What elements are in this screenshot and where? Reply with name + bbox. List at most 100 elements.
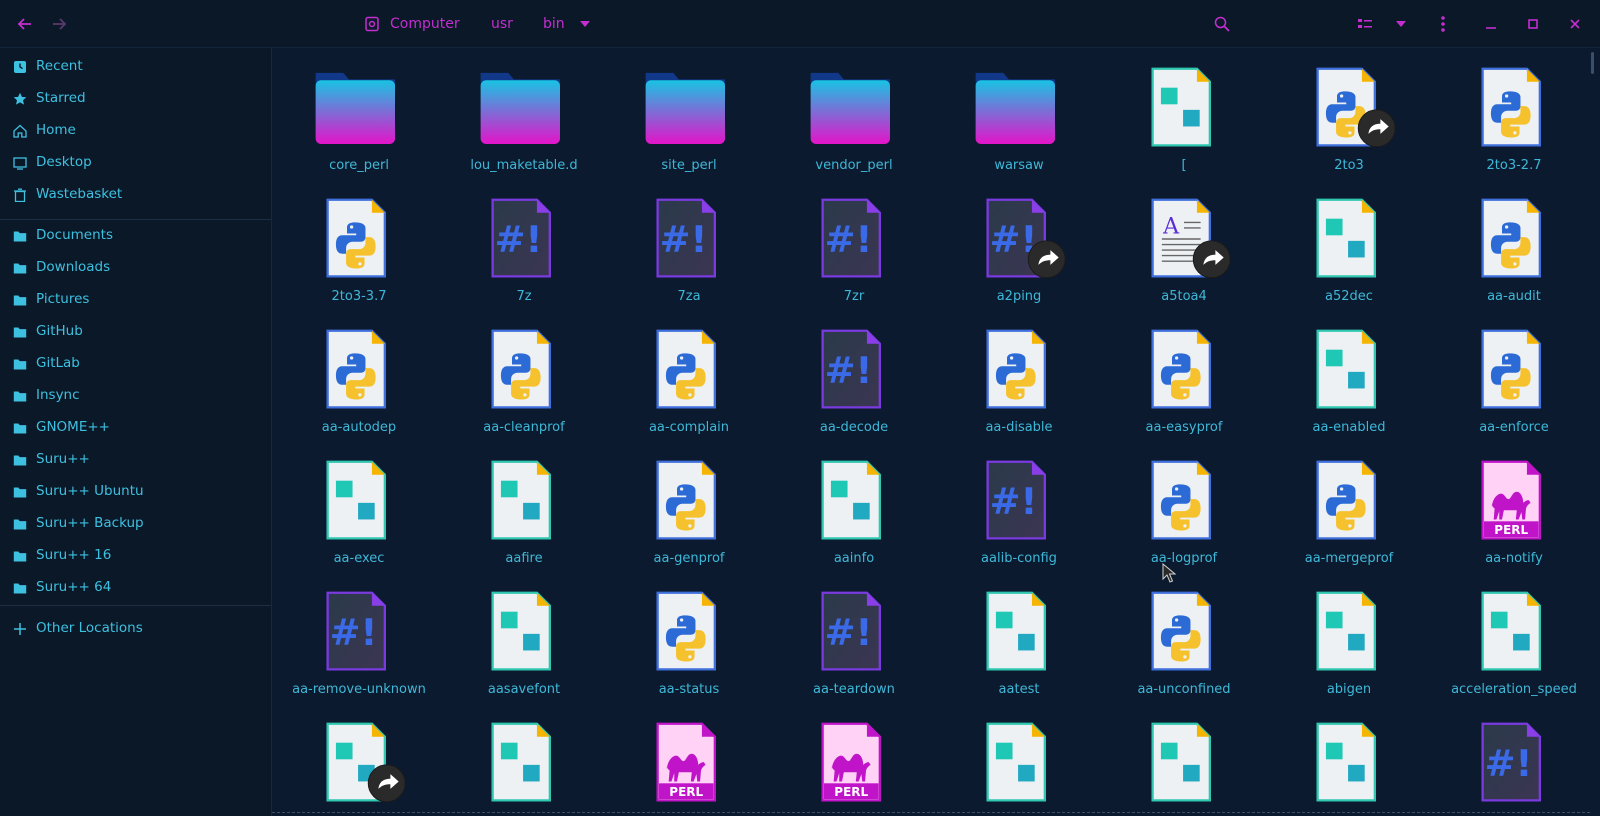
file-item[interactable]: PERL [607, 703, 771, 816]
file-item[interactable]: aa-enforce [1432, 310, 1596, 438]
folder-icon [13, 423, 27, 434]
file-item[interactable]: a52dec [1267, 179, 1431, 307]
sidebar-item-suru-backup[interactable]: Suru++ Backup [0, 509, 271, 539]
binary-file-icon [326, 722, 406, 803]
file-item[interactable]: aa-status [607, 572, 771, 700]
file-item[interactable]: #! aa-decode [772, 310, 936, 438]
sidebar-item-recent[interactable]: Recent [0, 52, 271, 82]
sidebar-item-label: GitLab [36, 355, 80, 371]
file-item[interactable]: aa-logprof [1102, 441, 1266, 569]
file-name: aa-easyprof [1145, 420, 1223, 435]
binary-file-icon [491, 722, 551, 802]
file-item[interactable]: PERL aa-notify [1432, 441, 1596, 569]
file-item[interactable]: aa-mergeprof [1267, 441, 1431, 569]
file-item[interactable]: aasavefont [442, 572, 606, 700]
file-item[interactable]: [ [1102, 48, 1266, 176]
breadcrumb-computer[interactable]: Computer [364, 0, 460, 47]
rubberband-edge [272, 812, 1590, 813]
file-name: a2ping [996, 289, 1042, 304]
sidebar-item-insync[interactable]: Insync [0, 381, 271, 411]
search-button[interactable] [1205, 0, 1239, 47]
file-name: 7z [516, 289, 532, 304]
breadcrumb-usr[interactable]: usr [491, 0, 513, 47]
file-name: aa-cleanprof [483, 420, 565, 435]
file-name: aa-genprof [653, 551, 725, 566]
file-item[interactable]: #! aa-teardown [772, 572, 936, 700]
file-item[interactable]: #! aalib-config [937, 441, 1101, 569]
file-item[interactable]: aa-enabled [1267, 310, 1431, 438]
sidebar-item-home[interactable]: Home [0, 116, 271, 146]
view-options-button[interactable] [1384, 0, 1418, 47]
file-item[interactable]: aa-audit [1432, 179, 1596, 307]
sidebar-item-suru-16[interactable]: Suru++ 16 [0, 541, 271, 571]
folder-item[interactable]: lou_maketable.d [442, 48, 606, 176]
sidebar-item-suru-ubuntu[interactable]: Suru++ Ubuntu [0, 477, 271, 507]
file-item[interactable]: aatest [937, 572, 1101, 700]
file-item[interactable]: #! a2ping [937, 179, 1101, 307]
view-toggle-button[interactable] [1348, 0, 1382, 47]
file-item[interactable]: aa-cleanprof [442, 310, 606, 438]
file-item[interactable] [1267, 703, 1431, 816]
folder-item[interactable]: warsaw [937, 48, 1101, 176]
folder-item[interactable]: core_perl [277, 48, 441, 176]
file-item[interactable]: aa-genprof [607, 441, 771, 569]
sidebar-item-gnome[interactable]: GNOME++ [0, 413, 271, 443]
file-item[interactable]: 2to3-2.7 [1432, 48, 1596, 176]
folder-icon [13, 519, 27, 530]
binary-file-icon [491, 460, 551, 540]
file-item[interactable]: acceleration_speed [1432, 572, 1596, 700]
sidebar-item-starred[interactable]: Starred [0, 84, 271, 114]
sidebar-item-label: Suru++ Ubuntu [36, 483, 144, 499]
file-item[interactable]: #! [1432, 703, 1596, 816]
sidebar-item-suru[interactable]: Suru++ [0, 445, 271, 475]
perl-file-icon: PERL [656, 722, 716, 802]
file-item[interactable]: Aa5toa4 [1102, 179, 1266, 307]
sidebar-item-downloads[interactable]: Downloads [0, 253, 271, 283]
file-item[interactable] [1102, 703, 1266, 816]
sidebar-item-pictures[interactable]: Pictures [0, 285, 271, 315]
file-item[interactable]: aainfo [772, 441, 936, 569]
folder-item[interactable]: vendor_perl [772, 48, 936, 176]
file-item[interactable]: aa-easyprof [1102, 310, 1266, 438]
sidebar-item-label: GNOME++ [36, 419, 110, 435]
file-item[interactable]: PERL [772, 703, 936, 816]
svg-text:#!: #! [1485, 742, 1533, 785]
sidebar-item-other-locations[interactable]: Other Locations [0, 614, 271, 644]
sidebar-item-gitlab[interactable]: GitLab [0, 349, 271, 379]
maximize-button[interactable] [1516, 0, 1550, 47]
file-item[interactable]: 2to3 [1267, 48, 1431, 176]
scrollbar[interactable] [1591, 52, 1594, 74]
file-name: a52dec [1325, 289, 1373, 304]
file-item[interactable]: aa-disable [937, 310, 1101, 438]
file-item[interactable] [277, 703, 441, 816]
file-item[interactable]: aa-autodep [277, 310, 441, 438]
file-item[interactable]: 2to3-3.7 [277, 179, 441, 307]
folder-item[interactable]: site_perl [607, 48, 771, 176]
sidebar-item-desktop[interactable]: Desktop [0, 148, 271, 178]
file-item[interactable] [937, 703, 1101, 816]
svg-text:#!: #! [990, 480, 1038, 523]
file-item[interactable]: abigen [1267, 572, 1431, 700]
forward-button[interactable] [42, 0, 76, 47]
file-item[interactable]: aa-unconfined [1102, 572, 1266, 700]
sidebar-item-wastebasket[interactable]: Wastebasket [0, 180, 271, 210]
file-item[interactable] [442, 703, 606, 816]
sidebar-item-label: Downloads [36, 259, 111, 275]
file-item[interactable]: aa-complain [607, 310, 771, 438]
file-item[interactable]: aa-exec [277, 441, 441, 569]
file-item[interactable]: #! 7zr [772, 179, 936, 307]
sidebar-item-github[interactable]: GitHub [0, 317, 271, 347]
back-button[interactable] [8, 0, 42, 47]
file-item[interactable]: #! 7z [442, 179, 606, 307]
menu-button[interactable] [1426, 0, 1460, 47]
file-item[interactable]: #! aa-remove-unknown [277, 572, 441, 700]
minimize-button[interactable] [1474, 0, 1508, 47]
sidebar-item-suru-64[interactable]: Suru++ 64 [0, 573, 271, 603]
python-file-icon [1481, 198, 1541, 278]
svg-text:#!: #! [495, 218, 543, 261]
close-button[interactable] [1558, 0, 1592, 47]
file-item[interactable]: aafire [442, 441, 606, 569]
sidebar-item-documents[interactable]: Documents [0, 221, 271, 251]
file-item[interactable]: #! 7za [607, 179, 771, 307]
breadcrumb-bin[interactable]: bin [543, 0, 591, 47]
